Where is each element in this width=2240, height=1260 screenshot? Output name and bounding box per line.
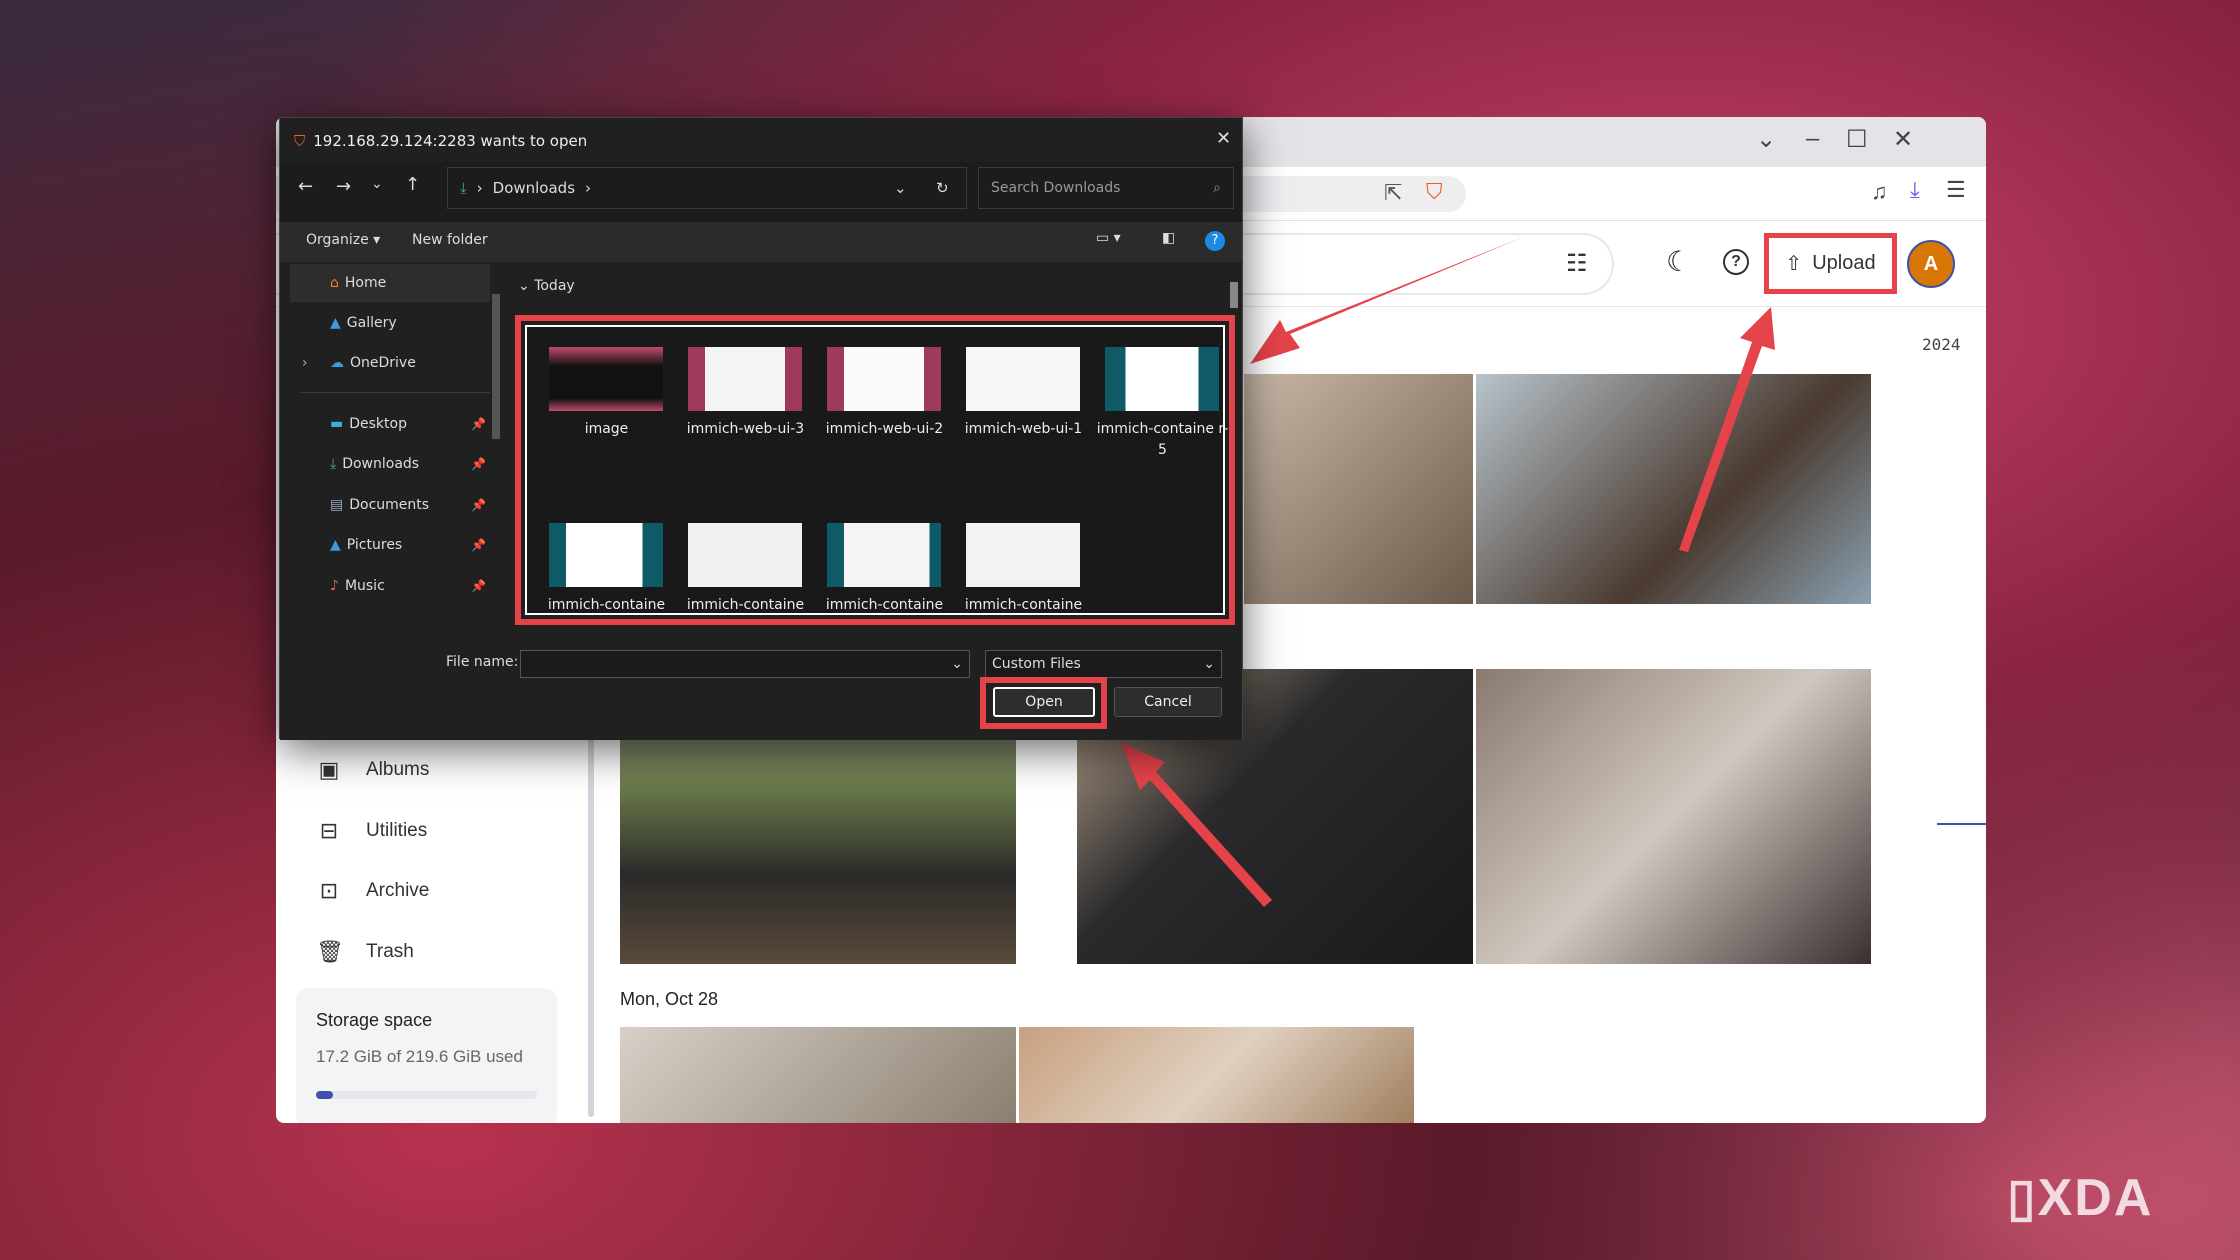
divider xyxy=(300,392,490,393)
cancel-button[interactable]: Cancel xyxy=(1114,687,1222,717)
file-item[interactable]: immich-web-ui-3 xyxy=(676,347,815,457)
dialog-toolbar: Organize ▾ New folder ▭ ▾ ◧ ? xyxy=(280,222,1242,262)
nav-item-documents[interactable]: ▤ Documents 📌 xyxy=(290,486,490,524)
highlight-box: image immich-web-ui-3 immich-web-ui-2 immic… xyxy=(515,315,1235,625)
music-icon: ♪ xyxy=(330,578,339,594)
back-icon[interactable]: ← xyxy=(298,176,313,197)
group-header[interactable]: ⌄ Today xyxy=(518,278,575,294)
navigation-bar: ← → ⌄ ↑ ⤓ › Downloads › ⌄ ↻ Search Downloads… xyxy=(280,162,1242,222)
organize-button[interactable]: Organize ▾ xyxy=(306,232,380,248)
nav-item-gallery[interactable]: ▲ Gallery xyxy=(290,304,490,342)
pin-icon: 📌 xyxy=(471,457,486,471)
nav-scrollbar[interactable] xyxy=(492,294,500,439)
xda-watermark: ▯XDA xyxy=(2007,1169,2154,1227)
file-thumbnail xyxy=(966,347,1080,411)
dialog-footer: File name: ⌄ Custom Files ⌄ Open Cancel xyxy=(280,628,1242,740)
file-item[interactable]: immich-containe xyxy=(954,523,1093,633)
pin-icon: 📌 xyxy=(471,417,486,431)
desktop-icon: ▬ xyxy=(330,416,344,432)
preview-pane-icon[interactable]: ◧ xyxy=(1162,230,1175,246)
nav-item-pictures[interactable]: ▲ Pictures 📌 xyxy=(290,526,490,564)
nav-item-desktop[interactable]: ▬ Desktop 📌 xyxy=(290,405,490,443)
view-icon[interactable]: ▭ ▾ xyxy=(1096,230,1121,246)
download-icon: ⤓ xyxy=(330,456,337,472)
navigation-pane: ⌂ Home ▲ Gallery › ☁ OneDrive ▬ Desktop 📌 ⤓ Dow… xyxy=(280,264,508,628)
file-name: immich-web-ui-2 xyxy=(825,421,944,437)
search-input[interactable]: Search Downloads ⌕ xyxy=(978,167,1234,209)
file-name: immich-web-ui-3 xyxy=(686,421,805,437)
file-thumbnail xyxy=(1105,347,1219,411)
up-icon[interactable]: ↑ xyxy=(405,174,420,195)
file-name: immich-containe xyxy=(547,597,666,613)
dialog-title-bar: ⛉ 192.168.29.124:2283 wants to open xyxy=(294,132,588,150)
refresh-icon[interactable]: ↻ xyxy=(936,179,949,197)
file-item[interactable]: image xyxy=(537,347,676,457)
path-dropdown-icon[interactable]: ⌄ xyxy=(894,179,907,197)
file-item[interactable]: immich-web-ui-2 xyxy=(815,347,954,457)
file-item[interactable]: immich-containe xyxy=(676,523,815,633)
file-name: immich-web-ui-1 xyxy=(964,421,1083,437)
file-thumbnail xyxy=(827,523,941,587)
file-item[interactable]: immich-containe xyxy=(815,523,954,633)
file-item[interactable]: immich-containe xyxy=(537,523,676,633)
chevron-down-icon: ⌄ xyxy=(1203,656,1215,672)
download-icon: ⤓ xyxy=(460,179,467,197)
pin-icon: 📌 xyxy=(471,538,486,552)
file-name: immich-containe r-5 xyxy=(1096,421,1229,458)
arrow-to-files xyxy=(1250,236,1526,364)
content-scrollbar[interactable] xyxy=(1230,282,1238,308)
search-icon: ⌕ xyxy=(1213,180,1221,196)
forward-icon[interactable]: → xyxy=(336,176,351,197)
path-bar[interactable]: ⤓ › Downloads › ⌄ ↻ xyxy=(447,167,967,209)
file-name-label: File name: xyxy=(446,654,519,670)
pictures-icon: ▲ xyxy=(330,537,341,553)
file-name: immich-containe xyxy=(686,597,805,613)
file-thumbnail xyxy=(966,523,1080,587)
brave-icon: ⛉ xyxy=(294,132,306,150)
pin-icon: 📌 xyxy=(471,579,486,593)
file-name: immich-containe xyxy=(964,597,1083,613)
home-icon: ⌂ xyxy=(330,275,339,291)
file-name: image xyxy=(584,421,629,437)
help-icon[interactable]: ? xyxy=(1205,231,1225,251)
nav-item-onedrive[interactable]: › ☁ OneDrive xyxy=(290,344,490,382)
file-name-input[interactable]: ⌄ xyxy=(520,650,970,678)
file-thumbnail xyxy=(549,347,663,411)
pin-icon: 📌 xyxy=(471,498,486,512)
gallery-icon: ▲ xyxy=(330,315,341,331)
expand-icon: › xyxy=(302,355,308,371)
arrow-to-upload xyxy=(1679,307,1775,552)
document-icon: ▤ xyxy=(330,497,344,513)
path-segment[interactable]: Downloads xyxy=(493,179,575,197)
file-type-select[interactable]: Custom Files ⌄ xyxy=(985,650,1222,678)
file-list: ⌄ Today image immich-web-ui-3 immich-web-u… xyxy=(510,264,1240,628)
file-name: immich-containe xyxy=(825,597,944,613)
new-folder-button[interactable]: New folder xyxy=(412,232,488,248)
file-thumbnail xyxy=(827,347,941,411)
nav-item-home[interactable]: ⌂ Home xyxy=(290,264,490,302)
open-button[interactable]: Open xyxy=(993,687,1095,717)
close-dialog-icon[interactable]: ✕ xyxy=(1216,128,1231,149)
file-thumbnail xyxy=(688,347,802,411)
cloud-icon: ☁ xyxy=(330,355,344,371)
file-item[interactable]: immich-containe r-5 xyxy=(1093,347,1232,458)
file-open-dialog: ⛉ 192.168.29.124:2283 wants to open ✕ ← →… xyxy=(279,117,1243,740)
file-thumbnail xyxy=(688,523,802,587)
file-item[interactable]: immich-web-ui-1 xyxy=(954,347,1093,457)
file-thumbnail xyxy=(549,523,663,587)
arrow-to-open xyxy=(1121,743,1272,907)
chevron-down-icon: ⌄ xyxy=(951,656,963,672)
nav-item-music[interactable]: ♪ Music 📌 xyxy=(290,567,490,605)
nav-item-downloads[interactable]: ⤓ Downloads 📌 xyxy=(290,445,490,483)
recent-icon[interactable]: ⌄ xyxy=(371,176,383,192)
